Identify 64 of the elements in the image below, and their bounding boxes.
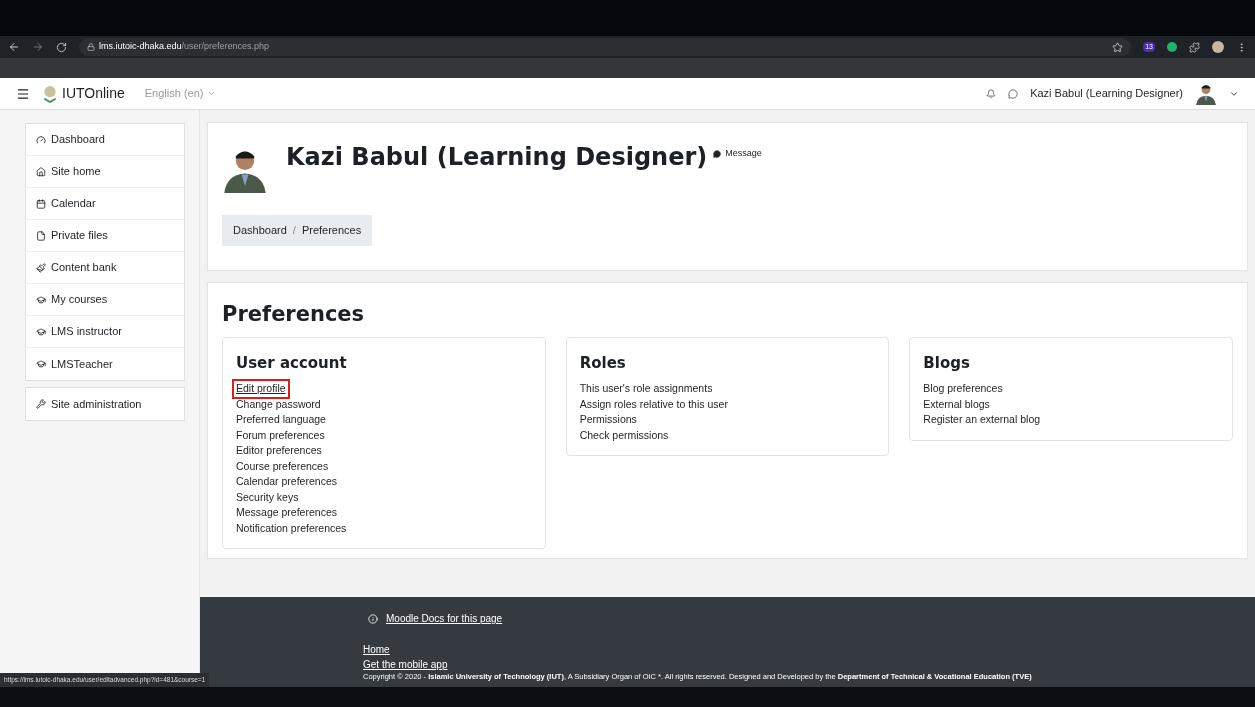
section-title: Roles — [579, 352, 627, 374]
bookmark-star-icon[interactable] — [1112, 41, 1124, 53]
sidebar-item[interactable]: Site administration — [26, 388, 184, 420]
file-icon — [36, 230, 46, 241]
footer-link[interactable]: Get the mobile app — [363, 657, 448, 672]
section-title: Blogs — [923, 352, 971, 374]
breadcrumb-link[interactable]: Preferences — [301, 222, 362, 239]
preference-link[interactable]: Check permissions — [579, 427, 669, 443]
gauge-icon — [36, 134, 46, 145]
user-full-name: Kazi Babul (Learning Designer) — [286, 142, 708, 173]
graduation-cap-icon — [36, 359, 46, 369]
preference-link[interactable]: Message preferences — [236, 505, 337, 521]
preference-link[interactable]: Security keys — [236, 489, 299, 505]
sidebar-item[interactable]: Content bank — [26, 252, 184, 284]
home-icon — [36, 166, 46, 177]
preference-link[interactable]: Editor preferences — [236, 443, 322, 459]
section-title: User account — [236, 352, 348, 374]
sidebar-item[interactable]: LMS instructor — [26, 316, 184, 348]
calendar-icon — [36, 198, 46, 209]
menu-icon[interactable] — [16, 86, 30, 101]
docs-link[interactable]: Moodle Docs for this page — [368, 611, 1255, 626]
user-name[interactable]: Kazi Babul (Learning Designer) — [1030, 85, 1183, 102]
info-icon — [368, 613, 378, 624]
preference-link[interactable]: Course preferences — [236, 458, 329, 474]
extension-icon[interactable] — [1167, 42, 1177, 52]
back-icon[interactable] — [8, 41, 20, 53]
sidebar-item[interactable]: Site home — [26, 156, 184, 188]
caret-icon — [207, 89, 217, 98]
breadcrumb-link[interactable]: Dashboard — [233, 222, 287, 239]
preference-link[interactable]: Notification preferences — [236, 520, 347, 536]
preference-link[interactable]: Preferred language — [236, 412, 326, 428]
preference-link[interactable]: Calendar preferences — [236, 474, 337, 490]
sidebar-item[interactable]: My courses — [26, 284, 184, 316]
page-title: Preferences — [222, 301, 366, 328]
sidebar-item[interactable]: LMSTeacher — [26, 348, 184, 380]
graduation-cap-icon — [36, 326, 46, 337]
messages-icon[interactable] — [1008, 88, 1019, 99]
preference-link[interactable]: This user's role assignments — [579, 381, 713, 397]
preference-link[interactable]: Register an external blog — [923, 412, 1041, 428]
preference-link[interactable]: Forum preferences — [236, 427, 325, 443]
preference-link[interactable]: Permissions — [579, 412, 637, 428]
wrench-icon — [36, 399, 46, 409]
address-bar[interactable]: lms.iutoic-dhaka.edu/user/preferences.php — [79, 38, 1132, 56]
logo-icon — [42, 83, 58, 104]
footer-link[interactable]: Home — [363, 642, 390, 657]
preference-link[interactable]: Change password — [236, 396, 321, 412]
site-name[interactable]: IUTOnline — [62, 83, 125, 104]
message-link[interactable]: Message — [713, 147, 762, 161]
sidebar-item[interactable]: Calendar — [26, 188, 184, 220]
sidebar-item[interactable]: Dashboard — [26, 124, 184, 156]
reload-icon[interactable] — [56, 41, 67, 53]
breadcrumb-separator: / — [292, 223, 296, 239]
lock-icon — [87, 43, 95, 51]
preference-link[interactable]: Edit profile — [232, 379, 290, 399]
notifications-icon[interactable] — [986, 88, 997, 99]
preference-link[interactable]: Blog preferences — [923, 381, 1003, 397]
graduation-cap-icon — [36, 294, 46, 305]
preference-link[interactable]: External blogs — [923, 396, 990, 412]
profile-avatar-icon[interactable] — [1212, 41, 1224, 53]
preference-link[interactable]: Assign roles relative to this user — [579, 396, 728, 412]
puzzle-icon[interactable] — [1189, 41, 1200, 53]
brush-icon — [36, 262, 46, 273]
sidebar-item[interactable]: Private files — [26, 220, 184, 252]
speech-bubble-icon — [713, 149, 722, 158]
